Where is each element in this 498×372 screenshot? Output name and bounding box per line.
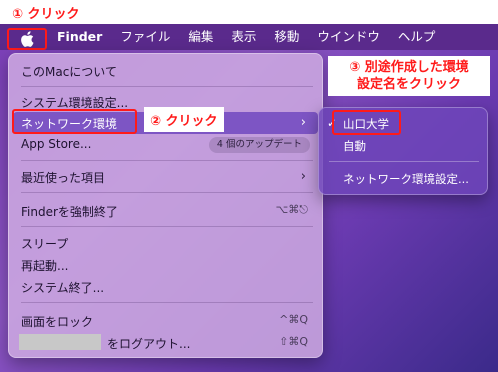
separator xyxy=(21,302,313,303)
menu-item-sleep[interactable]: スリープ xyxy=(13,232,318,254)
apple-menu-button[interactable] xyxy=(7,28,47,50)
menu-item-app-store[interactable]: App Store... 4 個のアップデート xyxy=(13,134,318,156)
separator xyxy=(329,161,479,162)
separator xyxy=(21,192,313,193)
menu-item-about[interactable]: このMacについて xyxy=(13,60,318,82)
redacted-username xyxy=(19,334,101,350)
step1-annotation: ① クリック xyxy=(12,7,80,22)
separator xyxy=(21,226,313,227)
location-automatic[interactable]: 自動 xyxy=(343,138,366,154)
menu-finder[interactable]: Finder xyxy=(48,24,111,50)
menu-window[interactable]: ウインドウ xyxy=(308,24,389,50)
force-quit-shortcut: ⌥⌘⎋ xyxy=(275,203,308,216)
apple-icon xyxy=(21,31,34,47)
network-highlight-box xyxy=(12,109,137,134)
menu-file[interactable]: ファイル xyxy=(111,24,179,50)
yamaguchi-highlight-box xyxy=(332,110,401,135)
apple-menu: このMacについて システム環境設定... ネットワーク環境 › App Sto… xyxy=(8,53,323,358)
menu-go[interactable]: 移動 xyxy=(265,24,308,50)
step3-annotation: ③ 別途作成した環境 設定名をクリック xyxy=(328,56,490,96)
logout-shortcut: ⇧⌘Q xyxy=(279,335,308,348)
network-prefs-item[interactable]: ネットワーク環境設定... xyxy=(343,171,469,187)
menu-item-lock[interactable]: 画面をロック ^⌘Q xyxy=(13,310,318,332)
menu-bar: Finder ファイル 編集 表示 移動 ウインドウ ヘルプ xyxy=(0,24,498,50)
separator xyxy=(21,160,313,161)
menu-item-recent[interactable]: 最近使った項目 › xyxy=(13,166,318,188)
update-badge: 4 個のアップデート xyxy=(208,137,310,153)
chevron-right-icon: › xyxy=(300,115,306,130)
separator xyxy=(21,86,313,87)
step2-annotation: ② クリック xyxy=(144,107,224,132)
menu-item-shutdown[interactable]: システム終了... xyxy=(13,276,318,298)
menu-item-restart[interactable]: 再起動... xyxy=(13,254,318,276)
chevron-right-icon: › xyxy=(300,169,306,184)
menu-edit[interactable]: 編集 xyxy=(179,24,222,50)
menu-item-force-quit[interactable]: Finderを強制終了 ⌥⌘⎋ xyxy=(13,200,318,222)
lock-shortcut: ^⌘Q xyxy=(279,313,308,326)
menu-view[interactable]: 表示 xyxy=(222,24,265,50)
menu-help[interactable]: ヘルプ xyxy=(389,24,445,50)
